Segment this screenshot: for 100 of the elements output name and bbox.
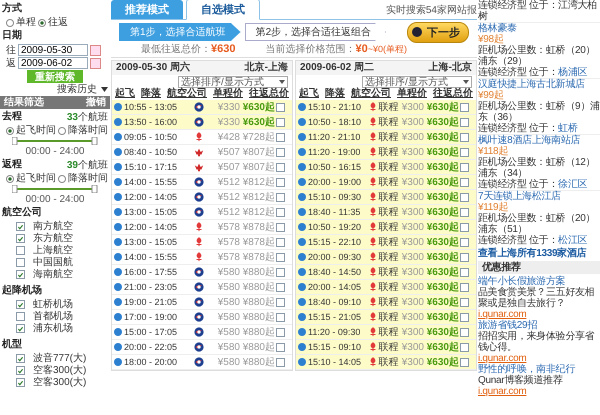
checkbox[interactable]	[276, 118, 285, 126]
dropdown-arrow-icon[interactable]	[101, 87, 108, 92]
flight-row[interactable]: 10:50 - 19:20 联程 ¥300 ¥630起	[296, 220, 476, 235]
promo-title[interactable]: 端午小长假旅游方案	[478, 276, 600, 287]
checkbox[interactable]	[460, 208, 469, 216]
checkbox[interactable]	[460, 238, 469, 246]
column-header[interactable]: 往返总价	[433, 88, 473, 100]
calendar-icon[interactable]	[90, 58, 101, 68]
flight-row[interactable]: 11:20 - 21:10 联程 ¥300 ¥630起	[296, 130, 476, 145]
flight-row[interactable]: 19:00 - 21:05 ¥580 ¥880起	[112, 295, 292, 310]
promo-title[interactable]: 旅游省钱29招	[478, 320, 600, 331]
flight-row[interactable]: 15:15 - 21:05 联程 ¥300 ¥630起	[296, 310, 476, 325]
all-hotels-link[interactable]: 查看上海所有1339家酒店	[478, 248, 600, 259]
checkbox[interactable]	[460, 162, 469, 172]
area-link[interactable]: 徐汇区	[558, 179, 588, 190]
flight-row[interactable]: 20:00 - 09:30 联程 ¥300 ¥630起	[296, 250, 476, 265]
column-header[interactable]: 航空公司	[351, 88, 391, 100]
flight-row[interactable]: 10:50 - 18:10 联程 ¥300 ¥630起	[296, 115, 476, 130]
sort-select[interactable]: 选择排序/显示方式	[178, 76, 288, 88]
checkbox[interactable]	[460, 298, 469, 306]
flight-row[interactable]: 20:00 - 19:00 联程 ¥300 ¥630起	[296, 175, 476, 190]
checkbox[interactable]	[460, 252, 469, 262]
checkbox[interactable]	[16, 222, 25, 231]
column-header[interactable]: 降落	[141, 88, 161, 100]
flight-row[interactable]: 13:00 - 15:05 ¥578 ¥878起	[112, 235, 292, 250]
checkbox[interactable]	[460, 132, 469, 142]
checkbox[interactable]	[460, 342, 469, 352]
source-link[interactable]: i.qunar.com	[478, 353, 600, 364]
history-link[interactable]: 搜索历史	[57, 84, 97, 95]
next-button[interactable]: 下一步	[407, 22, 469, 42]
flight-row[interactable]: 15:15 - 09:10 联程 ¥300 ¥630起	[296, 340, 476, 355]
column-header[interactable]: 往返总价	[249, 88, 289, 100]
checkbox[interactable]	[460, 102, 469, 112]
checkbox[interactable]	[276, 298, 285, 306]
checkbox[interactable]	[16, 300, 25, 309]
checkbox[interactable]	[276, 222, 285, 232]
checkbox[interactable]	[276, 358, 285, 366]
checkbox[interactable]	[276, 282, 285, 292]
flight-row[interactable]: 11:20 - 09:30 联程 ¥300 ¥630起	[296, 325, 476, 340]
checkbox[interactable]	[16, 366, 25, 375]
calendar-icon[interactable]	[90, 44, 101, 56]
checkbox[interactable]	[276, 102, 285, 112]
flight-row[interactable]: 15:10 - 14:05 联程 ¥300 ¥630起	[296, 355, 476, 370]
column-header[interactable]: 起飞	[299, 88, 319, 100]
checkbox[interactable]	[460, 118, 469, 126]
flight-row[interactable]: 21:00 - 23:05 ¥580 ¥880起	[112, 280, 292, 295]
flight-row[interactable]: 15:10 - 21:10 联程 ¥300 ¥630起	[296, 100, 476, 115]
flight-row[interactable]: 18:40 - 11:35 联程 ¥300 ¥630起	[296, 205, 476, 220]
hotel-name[interactable]: 格林豪泰	[478, 23, 600, 34]
column-header[interactable]: 单程价	[397, 88, 427, 100]
flight-row[interactable]: 14:00 - 15:55 ¥578 ¥878起	[112, 250, 292, 265]
checkbox[interactable]	[276, 192, 285, 202]
checkbox[interactable]	[276, 328, 285, 336]
checkbox[interactable]	[460, 358, 469, 366]
flight-row[interactable]: 15:10 - 17:15 ¥507 ¥807起	[112, 160, 292, 175]
hotel-name[interactable]: 7天连锁上海松江店	[478, 191, 600, 202]
flight-row[interactable]: 10:50 - 16:15 联程 ¥300 ¥630起	[296, 160, 476, 175]
radio-button[interactable]	[6, 18, 14, 26]
checkbox[interactable]	[276, 148, 285, 156]
flight-row[interactable]: 08:40 - 10:50 ¥507 ¥807起	[112, 145, 292, 160]
flight-row[interactable]: 20:00 - 22:05 ¥580 ¥880起	[112, 340, 292, 355]
source-link[interactable]: i.qunar.com	[478, 309, 600, 320]
checkbox[interactable]	[460, 328, 469, 336]
checkbox[interactable]	[276, 238, 285, 246]
checkbox[interactable]	[460, 268, 469, 276]
flight-row[interactable]: 13:50 - 16:00 ¥330 ¥630起	[112, 115, 292, 130]
checkbox[interactable]	[16, 312, 25, 321]
flight-row[interactable]: 16:00 - 17:55 ¥580 ¥880起	[112, 265, 292, 280]
flight-row[interactable]: 14:00 - 15:55 ¥512 ¥812起	[112, 175, 292, 190]
checkbox[interactable]	[16, 378, 25, 387]
flight-row[interactable]: 18:40 - 09:10 联程 ¥300 ¥630起	[296, 295, 476, 310]
radio-button[interactable]	[6, 126, 14, 134]
slider-thumb[interactable]	[92, 185, 98, 193]
checkbox[interactable]	[16, 246, 25, 255]
radio-button[interactable]	[58, 174, 66, 182]
range-slider[interactable]	[12, 185, 98, 193]
slider-thumb[interactable]	[12, 137, 18, 145]
slider-thumb[interactable]	[12, 185, 18, 193]
checkbox[interactable]	[460, 222, 469, 232]
tab[interactable]: 自选模式	[186, 0, 260, 20]
checkbox[interactable]	[276, 312, 285, 322]
checkbox[interactable]	[16, 324, 25, 333]
checkbox[interactable]	[276, 132, 285, 142]
radio-button[interactable]	[58, 126, 66, 134]
hotel-name[interactable]: 枫叶速8酒店上海南站店	[478, 135, 600, 146]
flight-row[interactable]: 12:00 - 14:05 ¥578 ¥878起	[112, 220, 292, 235]
source-link[interactable]: i.qunar.com	[478, 386, 600, 397]
checkbox[interactable]	[460, 148, 469, 156]
checkbox[interactable]	[276, 208, 285, 216]
column-header[interactable]: 起飞	[115, 88, 135, 100]
sort-select[interactable]: 选择排序/显示方式	[362, 76, 472, 88]
flight-row[interactable]: 15:00 - 17:05 ¥580 ¥880起	[112, 325, 292, 340]
promo-title[interactable]: 野性的呼唤，南非纪行	[478, 364, 600, 375]
column-header[interactable]: 降落	[325, 88, 345, 100]
flight-row[interactable]: 09:05 - 10:50 ¥428 ¥728起	[112, 130, 292, 145]
reset-link[interactable]: 撤销	[86, 97, 106, 108]
date-field[interactable]: 2009-06-02	[18, 57, 88, 69]
checkbox[interactable]	[460, 178, 469, 186]
checkbox[interactable]	[276, 252, 285, 262]
checkbox[interactable]	[276, 178, 285, 186]
